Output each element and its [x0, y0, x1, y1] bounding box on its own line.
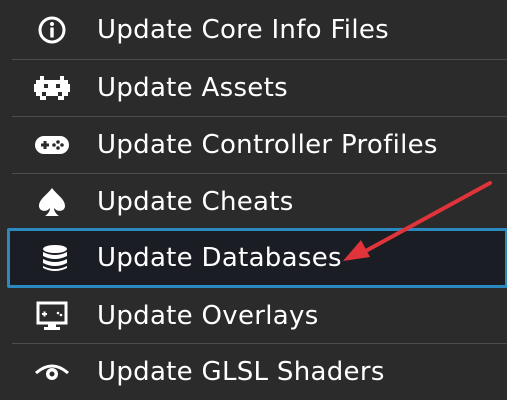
menu-item-label: Update Databases: [97, 243, 342, 273]
menu-item-label: Update Assets: [97, 73, 288, 103]
eye-icon: [34, 357, 70, 387]
info-icon: [34, 15, 70, 45]
menu-item-update-overlays[interactable]: Update Overlays: [0, 288, 507, 344]
menu-item-label: Update Cheats: [97, 187, 294, 217]
menu-item-label: Update Core Info Files: [97, 15, 389, 45]
online-updater-menu: Update Core Info Files Update Assets Upd…: [0, 0, 507, 400]
menu-item-label: Update Overlays: [97, 301, 319, 331]
menu-item-update-core-info-files[interactable]: Update Core Info Files: [0, 2, 507, 58]
menu-item-label: Update GLSL Shaders: [97, 357, 385, 387]
menu-item-update-assets[interactable]: Update Assets: [0, 60, 507, 116]
retroarch-invader-icon: [34, 73, 70, 103]
menu-item-update-controller-profiles[interactable]: Update Controller Profiles: [0, 117, 507, 173]
menu-item-label: Update Controller Profiles: [97, 130, 438, 160]
monitor-overlay-icon: [34, 301, 70, 331]
database-icon: [37, 243, 73, 273]
spade-icon: [34, 187, 70, 217]
menu-item-update-cheats[interactable]: Update Cheats: [0, 174, 507, 230]
menu-item-update-databases[interactable]: Update Databases: [7, 228, 507, 288]
menu-item-update-glsl-shaders[interactable]: Update GLSL Shaders: [0, 344, 507, 400]
gamepad-icon: [34, 130, 70, 160]
